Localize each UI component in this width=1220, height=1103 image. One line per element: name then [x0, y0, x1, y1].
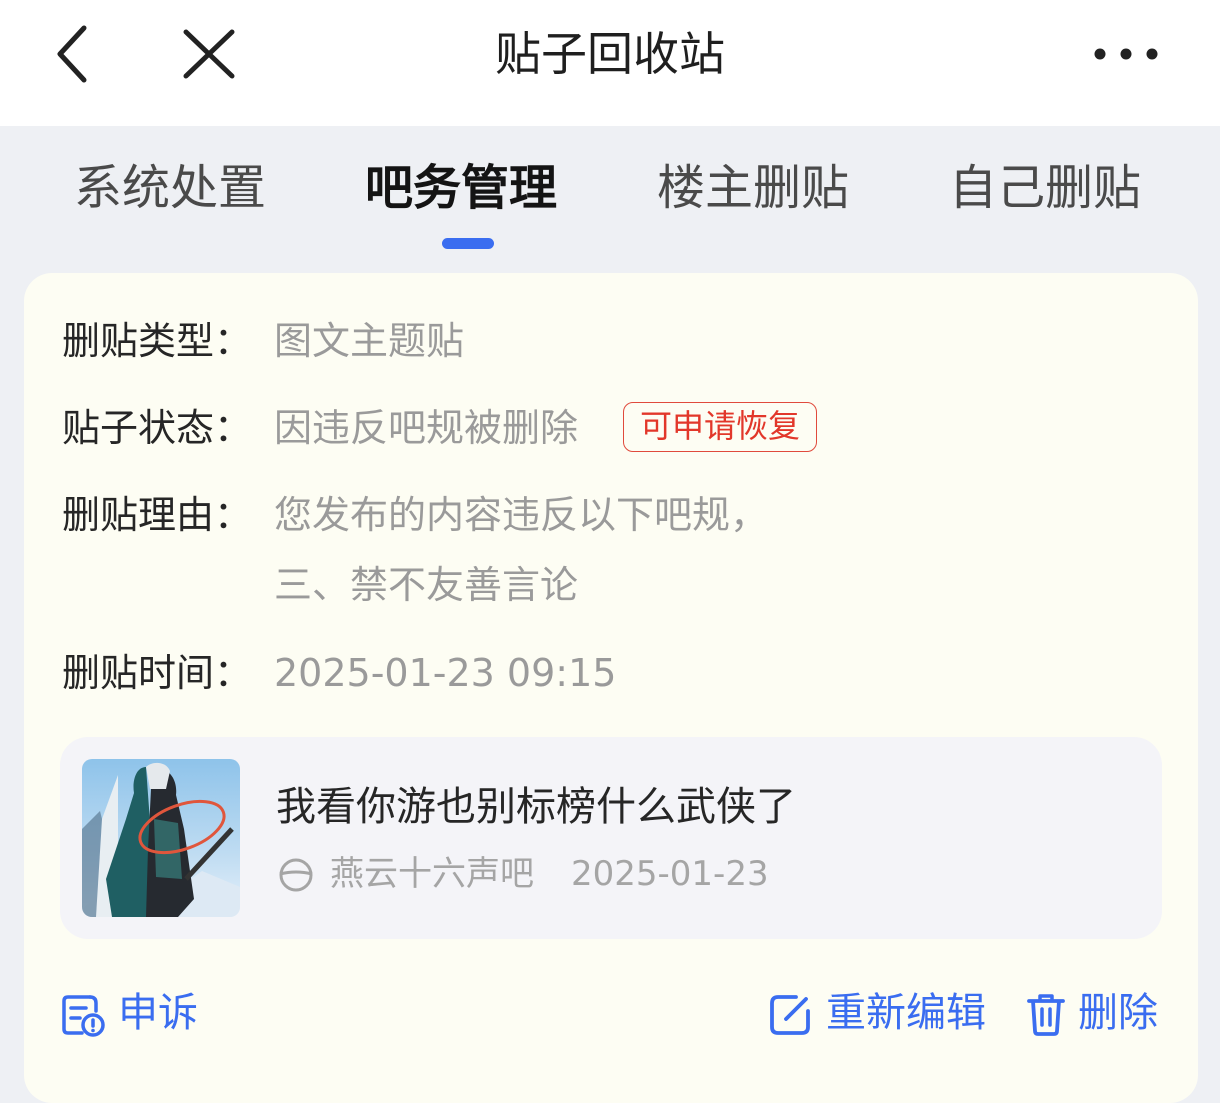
restore-request-badge[interactable]: 可申请恢复: [623, 402, 818, 452]
top-bar: 贴子回收站: [0, 0, 1220, 126]
page-title: 贴子回收站: [495, 27, 725, 81]
delete-type-value: 图文主题贴: [274, 319, 465, 363]
post-thumbnail: [82, 759, 240, 917]
delete-reason-line2: 三、禁不友善言论: [274, 563, 579, 607]
post-status-value: 因违反吧规被删除: [274, 406, 579, 450]
delete-reason-line1: 您发布的内容违反以下吧规，: [274, 493, 769, 537]
appeal-icon: [62, 995, 105, 1037]
tab-system-action[interactable]: 系统处置: [74, 156, 266, 220]
reedit-button[interactable]: 重新编辑: [768, 985, 998, 1041]
appeal-label: 申诉: [118, 990, 198, 1036]
tab-admin-management[interactable]: 吧务管理: [365, 156, 557, 220]
delete-reason-label: 删贴理由：: [62, 493, 253, 537]
forum-name[interactable]: 燕云十六声吧: [330, 851, 534, 897]
edit-icon: [770, 995, 810, 1035]
active-tab-indicator: [442, 238, 494, 249]
tab-bar: 系统处置 吧务管理 楼主删贴 自己删贴: [0, 126, 1220, 266]
delete-time-label: 删贴时间：: [62, 651, 253, 695]
more-button[interactable]: [1088, 36, 1164, 72]
trash-icon: [1027, 994, 1065, 1036]
delete-label: 删除: [1078, 990, 1158, 1036]
delete-button[interactable]: 删除: [1026, 985, 1166, 1041]
post-date: 2025-01-23: [571, 854, 769, 894]
appeal-button[interactable]: 申诉: [60, 985, 240, 1041]
post-preview[interactable]: 我看你游也别标榜什么武侠了 燕云十六声吧 2025-01-23: [60, 737, 1162, 939]
delete-time-value: 2025-01-23 09:15: [274, 651, 617, 695]
post-title: 我看你游也别标榜什么武侠了: [276, 784, 796, 830]
deleted-post-card: 删贴类型： 图文主题贴 贴子状态： 因违反吧规被删除 可申请恢复 删贴理由： 您…: [24, 273, 1198, 1103]
tab-op-deleted[interactable]: 楼主删贴: [657, 156, 849, 220]
tab-self-deleted[interactable]: 自己删贴: [949, 156, 1141, 220]
reedit-label: 重新编辑: [826, 990, 986, 1036]
delete-type-label: 删贴类型：: [62, 319, 253, 363]
post-status-label: 贴子状态：: [62, 406, 253, 450]
forum-icon: [279, 858, 313, 892]
more-icon: [1094, 48, 1158, 60]
